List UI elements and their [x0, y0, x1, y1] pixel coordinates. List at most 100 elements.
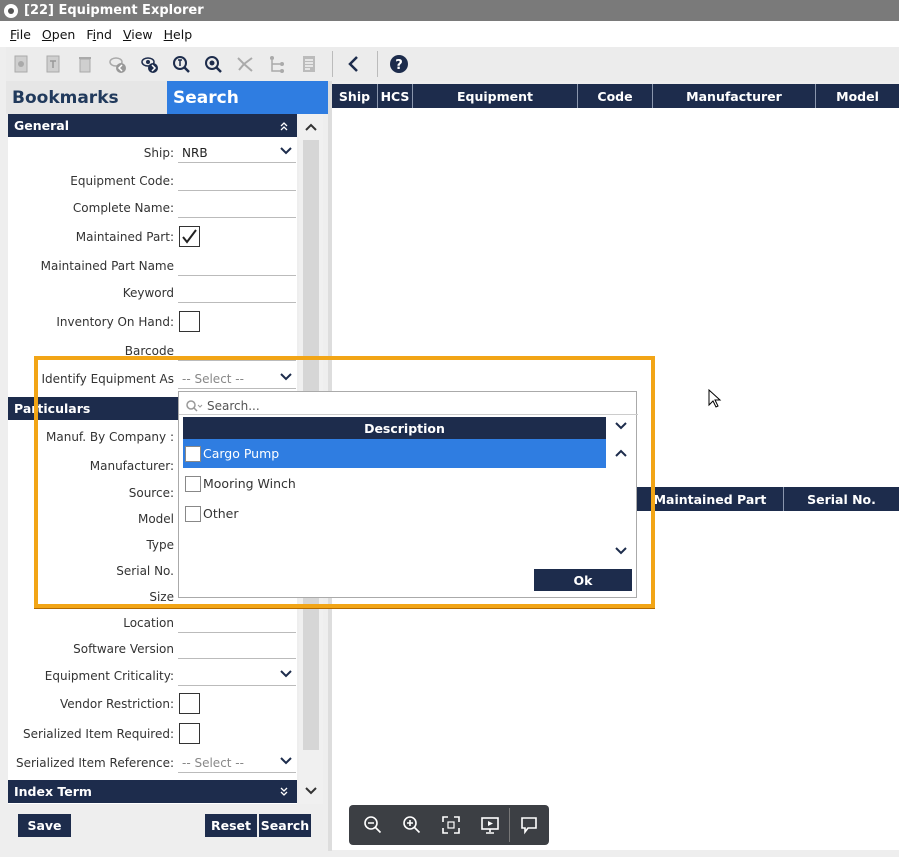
- ok-button[interactable]: Ok: [534, 569, 632, 591]
- dropdown-toggle[interactable]: [609, 416, 633, 436]
- show-icon[interactable]: [134, 50, 164, 78]
- section-general[interactable]: General: [8, 114, 297, 137]
- option-checkbox[interactable]: [185, 475, 201, 492]
- serialized-item-reference-select[interactable]: -- Select --: [178, 752, 296, 773]
- scroll-up-icon[interactable]: [305, 122, 317, 132]
- presentation-icon[interactable]: [470, 805, 509, 845]
- dropdown-search[interactable]: Search...: [185, 396, 260, 416]
- comment-icon[interactable]: [510, 805, 549, 845]
- dropdown-option[interactable]: Cargo Pump: [183, 439, 606, 468]
- keyword-input[interactable]: [178, 282, 296, 303]
- equipment-criticality-select[interactable]: [178, 665, 296, 686]
- identify-equipment-dropdown: Search... Description Cargo Pump Mooring…: [178, 391, 638, 598]
- scroll-up-icon[interactable]: [615, 448, 627, 458]
- save-button[interactable]: Save: [18, 814, 71, 837]
- tab-bookmarks[interactable]: Bookmarks: [6, 81, 167, 114]
- app-icon: [4, 3, 18, 18]
- column-manufacturer[interactable]: Manufacturer: [653, 84, 816, 108]
- grid-header: Ship HCS Equipment Code Manufacturer Mod…: [332, 84, 899, 108]
- menu-help[interactable]: Help: [164, 27, 193, 42]
- field-serialized-item-reference: Serialized Item Reference: -- Select --: [8, 750, 297, 777]
- field-inventory-on-hand: Inventory On Hand:: [8, 309, 297, 336]
- back-icon[interactable]: [339, 50, 369, 78]
- keyword-label: Keyword: [122, 286, 174, 300]
- section-index-term[interactable]: Index Term: [8, 780, 297, 803]
- dropdown-option[interactable]: Mooring Winch: [183, 469, 606, 498]
- new-record-icon[interactable]: [6, 50, 36, 78]
- menu-file[interactable]: File: [10, 27, 31, 42]
- maintained-part-label: Maintained Part:: [75, 230, 174, 244]
- hide-icon[interactable]: [102, 50, 132, 78]
- location-input[interactable]: [178, 612, 296, 633]
- option-checkbox[interactable]: [185, 505, 201, 522]
- search-icon[interactable]: [166, 50, 196, 78]
- mouse-cursor-icon: [708, 389, 722, 408]
- column-serial-no[interactable]: Serial No.: [784, 487, 899, 511]
- complete-name-label: Complete Name:: [72, 201, 174, 215]
- vendor-restriction-checkbox[interactable]: [179, 693, 200, 714]
- zoom-in-icon[interactable]: [392, 805, 431, 845]
- column-hcs[interactable]: HCS: [378, 84, 413, 108]
- menu-bar: File Open Find View Help: [0, 21, 899, 47]
- chevron-down-icon: [615, 422, 627, 430]
- toolbar-separator: [332, 51, 333, 77]
- window-title: [22] Equipment Explorer: [24, 3, 204, 18]
- menu-find[interactable]: Find: [86, 27, 112, 42]
- option-label: Mooring Winch: [203, 476, 296, 491]
- option-checkbox[interactable]: [185, 445, 201, 462]
- checkmark-icon: [182, 229, 197, 244]
- field-maintained-part: Maintained Part:: [8, 224, 297, 251]
- maintained-part-name-input[interactable]: [178, 255, 296, 276]
- toolbar: ?: [6, 47, 899, 81]
- software-version-input[interactable]: [178, 638, 296, 659]
- reset-button[interactable]: Reset: [205, 814, 257, 837]
- section-index-term-title: Index Term: [14, 784, 92, 799]
- maintained-part-checkbox[interactable]: [179, 226, 200, 247]
- zoom-out-icon[interactable]: [353, 805, 392, 845]
- column-code[interactable]: Code: [578, 84, 653, 108]
- ship-select[interactable]: NRB: [178, 142, 296, 163]
- dropdown-search-input[interactable]: Search...: [207, 399, 260, 413]
- help-icon[interactable]: ?: [384, 50, 414, 78]
- sub-grid-header: Maintained Part Serial No.: [637, 487, 899, 511]
- field-complete-name: Complete Name:: [8, 195, 297, 222]
- field-equipment-criticality: Equipment Criticality:: [8, 663, 297, 690]
- tree-icon[interactable]: [230, 50, 260, 78]
- column-maintained-part[interactable]: Maintained Part: [637, 487, 784, 511]
- chevron-down-icon: [280, 757, 292, 765]
- option-label: Cargo Pump: [203, 446, 280, 461]
- title-bar: [22] Equipment Explorer: [0, 0, 899, 21]
- column-ship[interactable]: Ship: [332, 84, 378, 108]
- equipment-code-input[interactable]: [178, 170, 296, 191]
- search-icon: [186, 400, 203, 412]
- inventory-on-hand-checkbox[interactable]: [179, 311, 200, 332]
- complete-name-input[interactable]: [178, 197, 296, 218]
- menu-view[interactable]: View: [123, 27, 153, 42]
- expand-icon[interactable]: [279, 787, 289, 797]
- field-serialized-item-required: Serialized Item Required:: [8, 721, 297, 748]
- scroll-down-icon[interactable]: [615, 546, 627, 556]
- copy-record-icon[interactable]: [38, 50, 68, 78]
- toolbar-separator: [377, 51, 378, 77]
- scroll-down-icon[interactable]: [305, 786, 317, 796]
- dropdown-option[interactable]: Other: [183, 499, 606, 528]
- column-equipment[interactable]: Equipment: [413, 84, 578, 108]
- search-settings-icon[interactable]: [198, 50, 228, 78]
- dropdown-scrollbar[interactable]: [609, 442, 633, 562]
- maintained-part-name-label: Maintained Part Name: [40, 259, 174, 273]
- field-location: Location: [8, 610, 297, 637]
- tab-search[interactable]: Search: [167, 81, 328, 114]
- menu-open[interactable]: Open: [42, 27, 75, 42]
- search-button[interactable]: Search: [259, 814, 311, 837]
- serialized-item-required-checkbox[interactable]: [179, 723, 200, 744]
- collapse-icon[interactable]: [279, 121, 289, 131]
- delete-icon[interactable]: [70, 50, 100, 78]
- panel-tabs: Bookmarks Search: [6, 81, 328, 114]
- column-model[interactable]: Model: [816, 84, 899, 108]
- software-version-label: Software Version: [73, 642, 174, 656]
- fit-screen-icon[interactable]: [431, 805, 470, 845]
- hierarchy-icon[interactable]: [262, 50, 292, 78]
- field-keyword: Keyword: [8, 280, 297, 307]
- report-icon[interactable]: [294, 50, 324, 78]
- ship-label: Ship:: [143, 146, 174, 160]
